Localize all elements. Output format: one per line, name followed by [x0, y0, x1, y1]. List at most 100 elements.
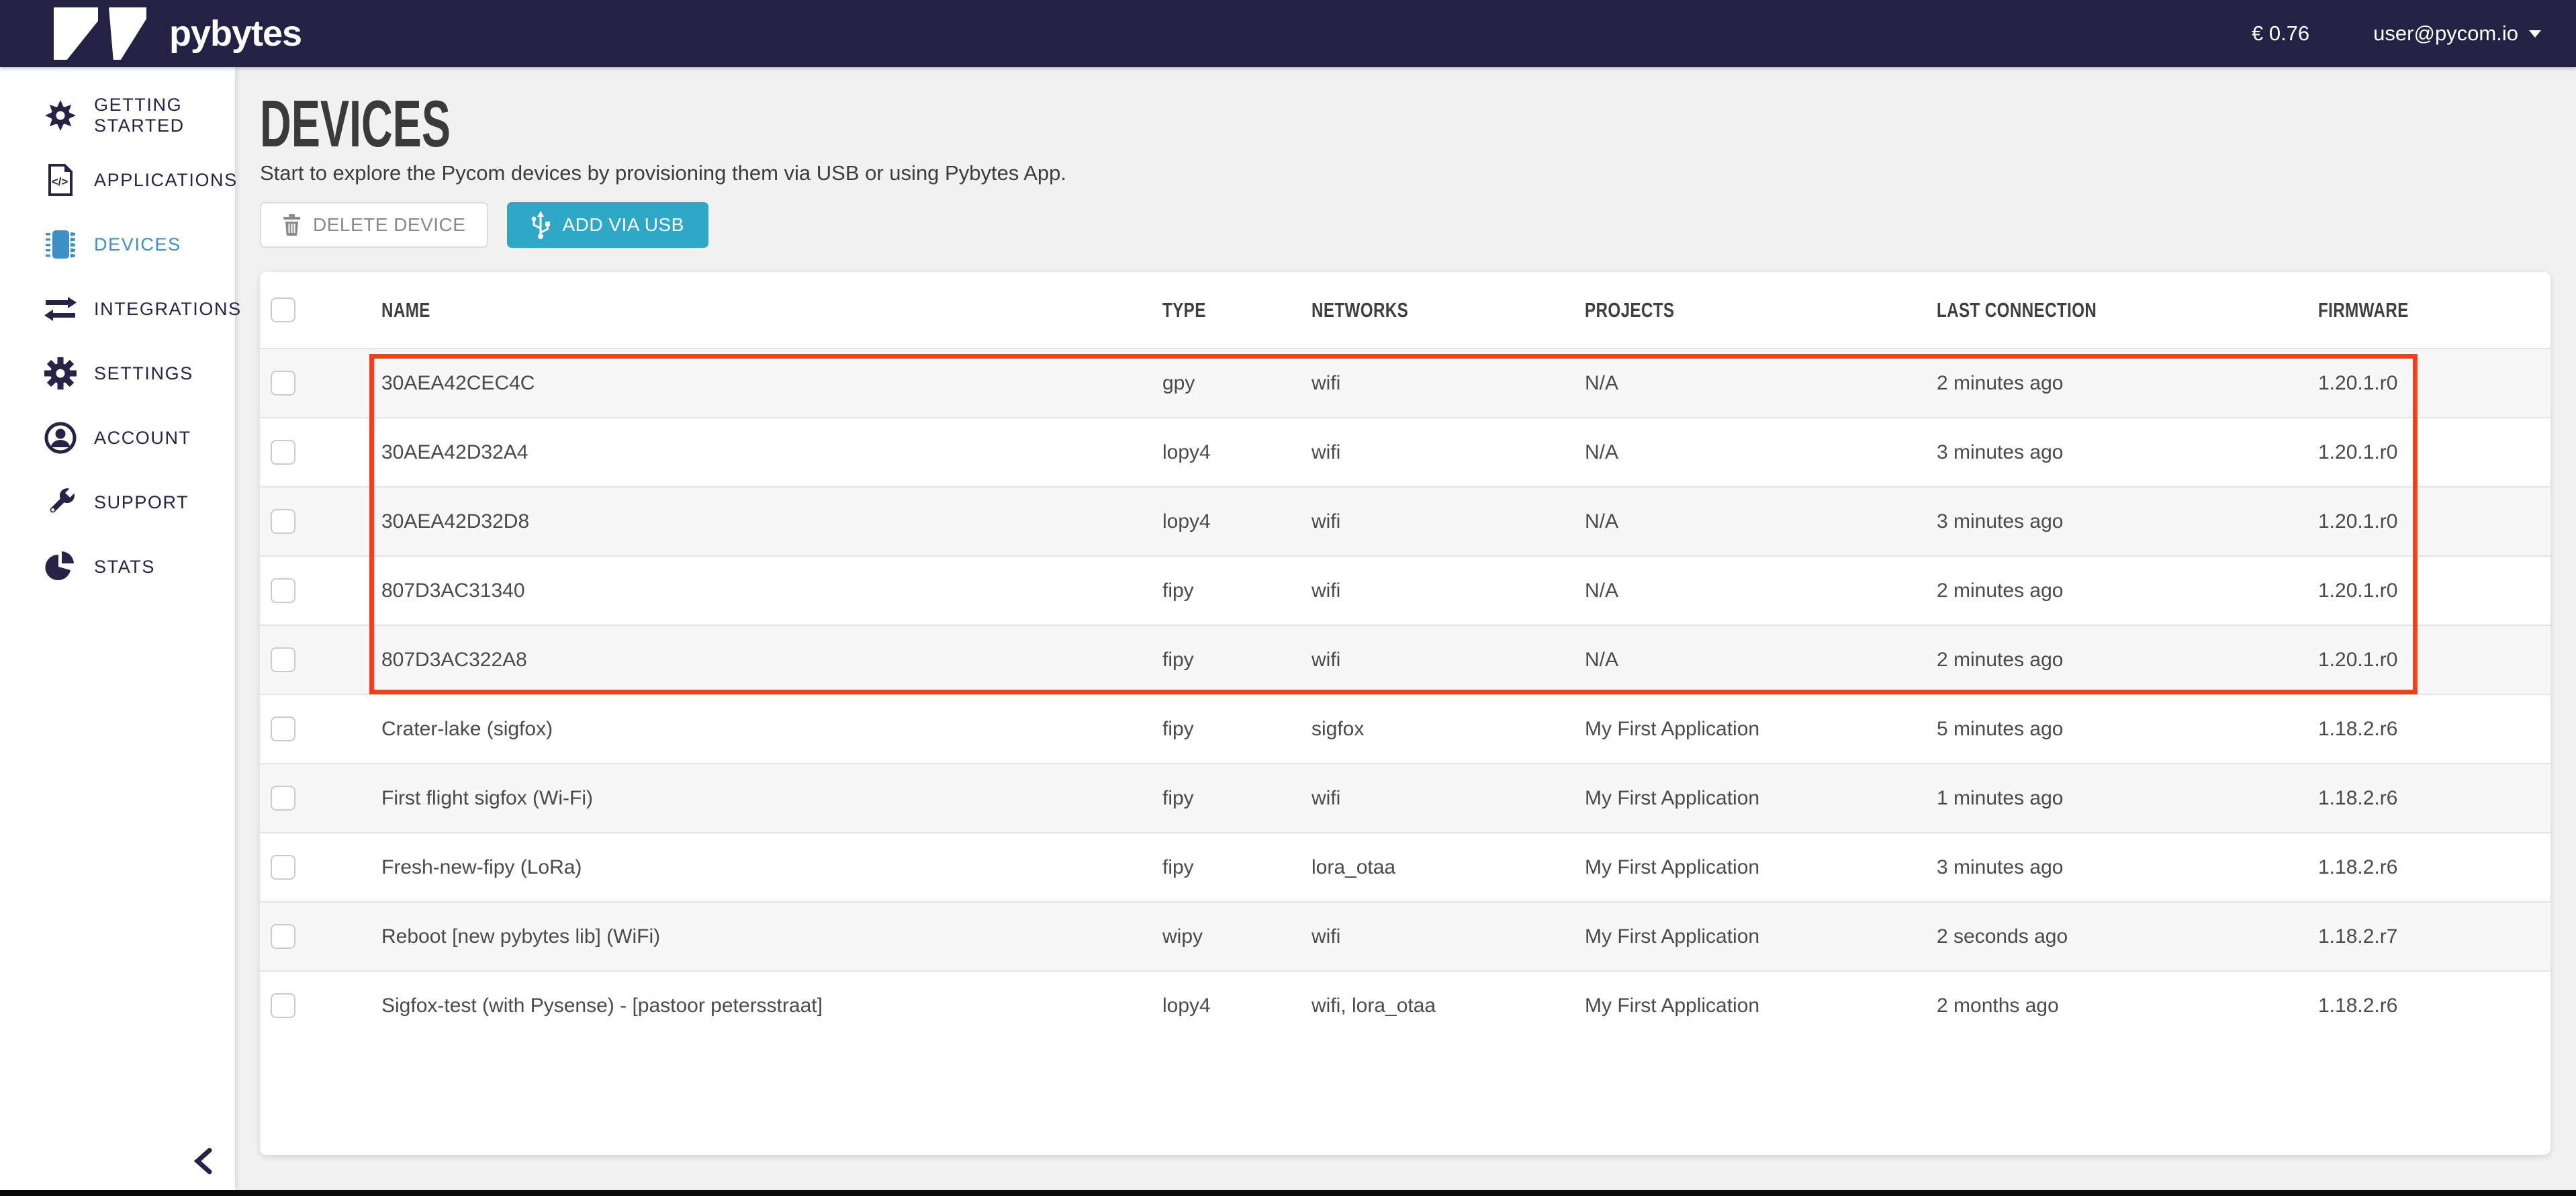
arrows-exchange-icon — [43, 291, 78, 326]
sidebar-item-label: GETTING STARTED — [94, 95, 235, 136]
row-checkbox[interactable] — [271, 786, 295, 811]
device-networks: sigfox — [1312, 718, 1585, 741]
row-checkbox[interactable] — [271, 924, 295, 949]
code-document-icon: </> — [43, 163, 78, 197]
row-checkbox[interactable] — [271, 578, 295, 603]
select-all-checkbox[interactable] — [271, 297, 295, 322]
device-firmware: 1.20.1.r0 — [2318, 649, 2550, 672]
account-balance[interactable]: € 0.76 — [2252, 21, 2309, 46]
row-checkbox[interactable] — [271, 855, 295, 880]
table-row[interactable]: First flight sigfox (Wi-Fi)fipywifiMy Fi… — [260, 763, 2550, 832]
user-menu[interactable]: user@pycom.io — [2373, 21, 2541, 46]
row-checkbox[interactable] — [271, 993, 295, 1018]
table-row[interactable]: Fresh-new-fipy (LoRa)fipylora_otaaMy Fir… — [260, 832, 2550, 901]
column-header-networks: NETWORKS — [1312, 298, 1585, 322]
table-row[interactable]: 807D3AC322A8fipywifiN/A2 minutes ago1.20… — [260, 625, 2550, 694]
device-networks: wifi — [1312, 510, 1585, 533]
device-firmware: 1.18.2.r6 — [2318, 856, 2550, 879]
row-checkbox[interactable] — [271, 647, 295, 672]
device-projects: My First Application — [1585, 995, 1937, 1017]
sidebar-item-settings[interactable]: SETTINGS — [0, 341, 235, 406]
wrench-icon — [43, 485, 78, 520]
pybytes-logo[interactable]: pybytes — [54, 7, 302, 60]
gear-icon — [43, 356, 78, 391]
device-networks: wifi, lora_otaa — [1312, 995, 1585, 1017]
device-type: wipy — [1162, 925, 1312, 948]
device-name: 30AEA42D32A4 — [381, 441, 1162, 464]
device-networks: lora_otaa — [1312, 856, 1585, 879]
device-last-connection: 1 minutes ago — [1937, 787, 2318, 810]
chevron-left-icon — [192, 1146, 215, 1176]
usb-icon — [531, 211, 550, 239]
delete-device-label: DELETE DEVICE — [313, 214, 465, 236]
table-row[interactable]: Crater-lake (sigfox)fipysigfoxMy First A… — [260, 694, 2550, 763]
device-type: fipy — [1162, 718, 1312, 741]
device-name: Reboot [new pybytes lib] (WiFi) — [381, 925, 1162, 948]
device-type: lopy4 — [1162, 995, 1312, 1017]
device-name: 807D3AC322A8 — [381, 649, 1162, 672]
user-email: user@pycom.io — [2373, 21, 2518, 46]
device-firmware: 1.20.1.r0 — [2318, 580, 2550, 602]
device-networks: wifi — [1312, 580, 1585, 602]
device-projects: My First Application — [1585, 787, 1937, 810]
chip-icon — [43, 227, 78, 262]
row-checkbox[interactable] — [271, 717, 295, 741]
table-row[interactable]: Sigfox-test (with Pysense) - [pastoor pe… — [260, 970, 2550, 1040]
device-projects: N/A — [1585, 510, 1937, 533]
column-header-name: NAME — [381, 298, 1162, 322]
device-name: First flight sigfox (Wi-Fi) — [381, 787, 1162, 810]
sidebar-item-account[interactable]: ACCOUNT — [0, 406, 235, 470]
screen-bottom-edge — [0, 1190, 2576, 1196]
svg-text:</>: </> — [52, 175, 68, 188]
column-header-type: TYPE — [1162, 298, 1312, 322]
device-type: fipy — [1162, 580, 1312, 602]
caret-down-icon — [2529, 30, 2541, 38]
device-firmware: 1.20.1.r0 — [2318, 441, 2550, 464]
sidebar-item-getting-started[interactable]: GETTING STARTED — [0, 83, 235, 148]
device-name: Fresh-new-fipy (LoRa) — [381, 856, 1162, 879]
device-last-connection: 2 months ago — [1937, 995, 2318, 1017]
sidebar-item-label: SUPPORT — [94, 492, 189, 513]
sidebar-item-label: INTEGRATIONS — [94, 299, 242, 320]
sidebar: GETTING STARTED </>APPLICATIONSDEVICESINT… — [0, 67, 235, 1190]
sidebar-item-label: ACCOUNT — [94, 428, 191, 449]
row-checkbox[interactable] — [271, 509, 295, 534]
device-firmware: 1.20.1.r0 — [2318, 510, 2550, 533]
table-row[interactable]: 30AEA42CEC4CgpywifiN/A2 minutes ago1.20.… — [260, 349, 2550, 417]
table-header-row: NAMETYPENETWORKSPROJECTSLAST CONNECTIONF… — [260, 272, 2550, 349]
device-firmware: 1.18.2.r6 — [2318, 718, 2550, 741]
device-last-connection: 5 minutes ago — [1937, 718, 2318, 741]
device-last-connection: 2 minutes ago — [1937, 649, 2318, 672]
device-networks: wifi — [1312, 649, 1585, 672]
top-bar: pybytes € 0.76 user@pycom.io — [0, 0, 2576, 67]
sidebar-item-support[interactable]: SUPPORT — [0, 470, 235, 535]
row-checkbox[interactable] — [271, 371, 295, 396]
sidebar-item-applications[interactable]: </>APPLICATIONS — [0, 148, 235, 212]
device-type: fipy — [1162, 649, 1312, 672]
device-name: Crater-lake (sigfox) — [381, 718, 1162, 741]
device-projects: N/A — [1585, 441, 1937, 464]
sidebar-collapse-button[interactable] — [187, 1144, 220, 1178]
device-last-connection: 3 minutes ago — [1937, 510, 2318, 533]
add-via-usb-button[interactable]: ADD VIA USB — [507, 202, 708, 248]
sidebar-item-integrations[interactable]: INTEGRATIONS — [0, 277, 235, 341]
table-row[interactable]: 807D3AC31340fipywifiN/A2 minutes ago1.20… — [260, 555, 2550, 625]
table-row[interactable]: 30AEA42D32A4lopy4wifiN/A3 minutes ago1.2… — [260, 417, 2550, 486]
table-row[interactable]: 30AEA42D32D8lopy4wifiN/A3 minutes ago1.2… — [260, 486, 2550, 555]
device-networks: wifi — [1312, 787, 1585, 810]
device-name: 807D3AC31340 — [381, 580, 1162, 602]
device-projects: N/A — [1585, 649, 1937, 672]
device-firmware: 1.18.2.r7 — [2318, 925, 2550, 948]
device-name: 30AEA42CEC4C — [381, 372, 1162, 395]
device-name: Sigfox-test (with Pysense) - [pastoor pe… — [381, 995, 1162, 1017]
trash-icon — [283, 214, 301, 236]
device-projects: My First Application — [1585, 856, 1937, 879]
table-row[interactable]: Reboot [new pybytes lib] (WiFi)wipywifiM… — [260, 901, 2550, 970]
row-checkbox[interactable] — [271, 440, 295, 465]
sidebar-item-stats[interactable]: STATS — [0, 535, 235, 599]
device-projects: My First Application — [1585, 925, 1937, 948]
column-header-projects: PROJECTS — [1585, 298, 1937, 322]
pycom-logo-icon — [54, 7, 154, 60]
delete-device-button[interactable]: DELETE DEVICE — [260, 202, 488, 248]
sidebar-item-devices[interactable]: DEVICES — [0, 212, 235, 277]
